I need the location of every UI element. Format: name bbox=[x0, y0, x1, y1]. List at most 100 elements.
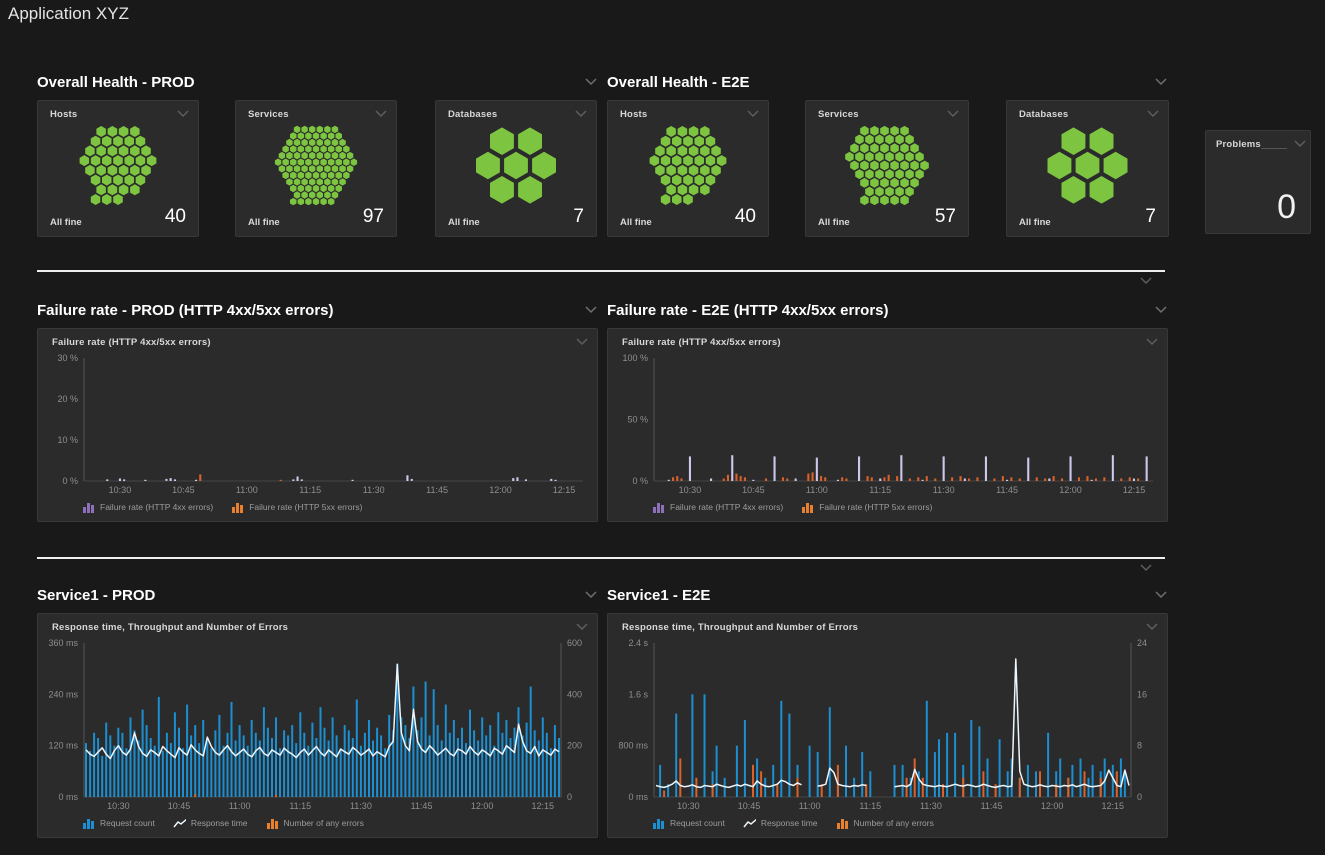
chevron-down-icon[interactable] bbox=[746, 109, 760, 119]
legend-errors[interactable]: Number of any errors bbox=[836, 817, 934, 829]
legend-response-time[interactable]: Response time bbox=[173, 817, 248, 829]
chevron-down-icon[interactable] bbox=[1145, 622, 1159, 632]
bars-legend-icon bbox=[82, 817, 95, 829]
legend-response-time[interactable]: Response time bbox=[743, 817, 818, 829]
chevron-down-icon[interactable] bbox=[584, 590, 598, 600]
svg-text:11:00: 11:00 bbox=[806, 485, 828, 495]
legend-errors[interactable]: Number of any errors bbox=[266, 817, 364, 829]
legend-failure-4xx[interactable]: Failure rate (HTTP 4xx errors) bbox=[82, 501, 213, 513]
section-title: Failure rate - E2E (HTTP 4xx/5xx errors) bbox=[607, 302, 889, 319]
section-header-health-prod: Overall Health - PROD bbox=[37, 72, 598, 92]
section-title: Service1 - E2E bbox=[607, 587, 710, 604]
svg-text:10:30: 10:30 bbox=[109, 485, 132, 495]
divider-line bbox=[37, 270, 1165, 272]
svg-text:12:15: 12:15 bbox=[532, 801, 555, 811]
svg-text:16: 16 bbox=[1137, 689, 1147, 699]
svg-text:11:45: 11:45 bbox=[981, 801, 1003, 811]
bars-legend-icon bbox=[231, 501, 244, 513]
svg-text:10:45: 10:45 bbox=[738, 801, 761, 811]
divider-line bbox=[37, 557, 1165, 559]
chevron-down-icon[interactable] bbox=[1139, 563, 1153, 573]
chevron-down-icon[interactable] bbox=[946, 109, 960, 119]
chevron-down-icon[interactable] bbox=[584, 77, 598, 87]
svg-text:12:15: 12:15 bbox=[1123, 485, 1146, 495]
svg-text:0 %: 0 % bbox=[632, 476, 648, 486]
failure-rate-prod-chart-tile[interactable]: Failure rate (HTTP 4xx/5xx errors) 30 %2… bbox=[37, 328, 598, 522]
svg-text:11:15: 11:15 bbox=[299, 485, 321, 495]
svg-text:11:45: 11:45 bbox=[996, 485, 1018, 495]
health-tile-hosts-prod[interactable]: Hosts All fine 40 bbox=[37, 100, 199, 237]
problems-count: 0 bbox=[1277, 188, 1296, 227]
chevron-down-icon[interactable] bbox=[1139, 276, 1153, 286]
legend-failure-4xx[interactable]: Failure rate (HTTP 4xx errors) bbox=[652, 501, 783, 513]
svg-text:11:15: 11:15 bbox=[869, 485, 891, 495]
tile-title: Services bbox=[248, 109, 289, 120]
svg-text:400: 400 bbox=[567, 689, 582, 699]
health-tile-hosts-e2e[interactable]: Hosts All fine 40 bbox=[607, 100, 769, 237]
honeycomb-services-e2e bbox=[820, 125, 954, 206]
svg-text:11:00: 11:00 bbox=[229, 801, 251, 811]
svg-text:100 %: 100 % bbox=[622, 353, 648, 363]
honeycomb-databases-prod bbox=[450, 125, 582, 206]
svg-text:10:45: 10:45 bbox=[742, 485, 765, 495]
service1-prod-chart-tile[interactable]: Response time, Throughput and Number of … bbox=[37, 613, 598, 838]
svg-text:11:00: 11:00 bbox=[236, 485, 258, 495]
bars-legend-icon bbox=[836, 817, 849, 829]
honeycomb-hosts-e2e bbox=[622, 125, 754, 206]
health-tile-databases-e2e[interactable]: Databases All fine 7 bbox=[1006, 100, 1169, 237]
svg-text:10:30: 10:30 bbox=[677, 801, 700, 811]
status-text: All fine bbox=[620, 217, 652, 228]
legend-request-count[interactable]: Request count bbox=[652, 817, 725, 829]
status-text: All fine bbox=[248, 217, 280, 228]
svg-text:20 %: 20 % bbox=[57, 394, 78, 404]
chart-title: Response time, Throughput and Number of … bbox=[622, 622, 858, 633]
legend-failure-5xx[interactable]: Failure rate (HTTP 5xx errors) bbox=[231, 501, 362, 513]
svg-text:800 ms: 800 ms bbox=[618, 741, 648, 751]
section-header-service1-e2e: Service1 - E2E bbox=[607, 585, 1168, 605]
chevron-down-icon[interactable] bbox=[1293, 139, 1307, 149]
service1-e2e-plot[interactable]: 2.4 s1.6 s800 ms0 ms24168010:3010:4511:0… bbox=[608, 633, 1167, 813]
chevron-down-icon[interactable] bbox=[575, 622, 589, 632]
svg-text:0: 0 bbox=[567, 792, 572, 802]
chevron-down-icon[interactable] bbox=[1154, 77, 1168, 87]
section-title: Overall Health - PROD bbox=[37, 74, 195, 91]
chart-title: Response time, Throughput and Number of … bbox=[52, 622, 288, 633]
health-tile-services-prod[interactable]: Services All fine 97 bbox=[235, 100, 397, 237]
health-tile-services-e2e[interactable]: Services All fine 57 bbox=[805, 100, 969, 237]
svg-text:12:00: 12:00 bbox=[489, 485, 512, 495]
section-header-service1-prod: Service1 - PROD bbox=[37, 585, 598, 605]
svg-text:11:30: 11:30 bbox=[933, 485, 955, 495]
chevron-down-icon[interactable] bbox=[584, 305, 598, 315]
chevron-down-icon[interactable] bbox=[574, 109, 588, 119]
failure-rate-e2e-chart-tile[interactable]: Failure rate (HTTP 4xx/5xx errors) 100 %… bbox=[607, 328, 1168, 522]
honeycomb-hosts-prod bbox=[52, 125, 184, 206]
tile-title: Databases bbox=[1019, 109, 1068, 120]
health-tile-databases-prod[interactable]: Databases All fine 7 bbox=[435, 100, 597, 237]
chevron-down-icon[interactable] bbox=[1145, 337, 1159, 347]
svg-text:10 %: 10 % bbox=[57, 435, 78, 445]
svg-text:11:00: 11:00 bbox=[799, 801, 821, 811]
svg-text:240 ms: 240 ms bbox=[48, 689, 78, 699]
svg-text:11:30: 11:30 bbox=[350, 801, 372, 811]
legend-request-count[interactable]: Request count bbox=[82, 817, 155, 829]
section-title: Overall Health - E2E bbox=[607, 74, 750, 91]
legend-failure-5xx[interactable]: Failure rate (HTTP 5xx errors) bbox=[801, 501, 932, 513]
svg-text:120 ms: 120 ms bbox=[48, 741, 78, 751]
chevron-down-icon[interactable] bbox=[1146, 109, 1160, 119]
service1-prod-plot[interactable]: 360 ms240 ms120 ms0 ms600400200010:3010:… bbox=[38, 633, 597, 813]
problems-tile[interactable]: Problems 0 bbox=[1205, 130, 1311, 234]
tile-value: 40 bbox=[735, 206, 756, 228]
chart-title: Failure rate (HTTP 4xx/5xx errors) bbox=[52, 337, 211, 348]
line-legend-icon bbox=[743, 817, 756, 829]
chevron-down-icon[interactable] bbox=[1154, 590, 1168, 600]
chevron-down-icon[interactable] bbox=[374, 109, 388, 119]
svg-text:0 ms: 0 ms bbox=[628, 792, 648, 802]
chevron-down-icon[interactable] bbox=[575, 337, 589, 347]
chevron-down-icon[interactable] bbox=[1154, 305, 1168, 315]
failure-rate-prod-plot[interactable]: 30 %20 %10 %0 %10:3010:4511:0011:1511:30… bbox=[38, 348, 597, 497]
service1-e2e-chart-tile[interactable]: Response time, Throughput and Number of … bbox=[607, 613, 1168, 838]
failure-rate-e2e-plot[interactable]: 100 %50 %0 %10:3010:4511:0011:1511:3011:… bbox=[608, 348, 1167, 497]
svg-text:200: 200 bbox=[567, 741, 582, 751]
chevron-down-icon[interactable] bbox=[176, 109, 190, 119]
svg-text:0: 0 bbox=[1137, 792, 1142, 802]
